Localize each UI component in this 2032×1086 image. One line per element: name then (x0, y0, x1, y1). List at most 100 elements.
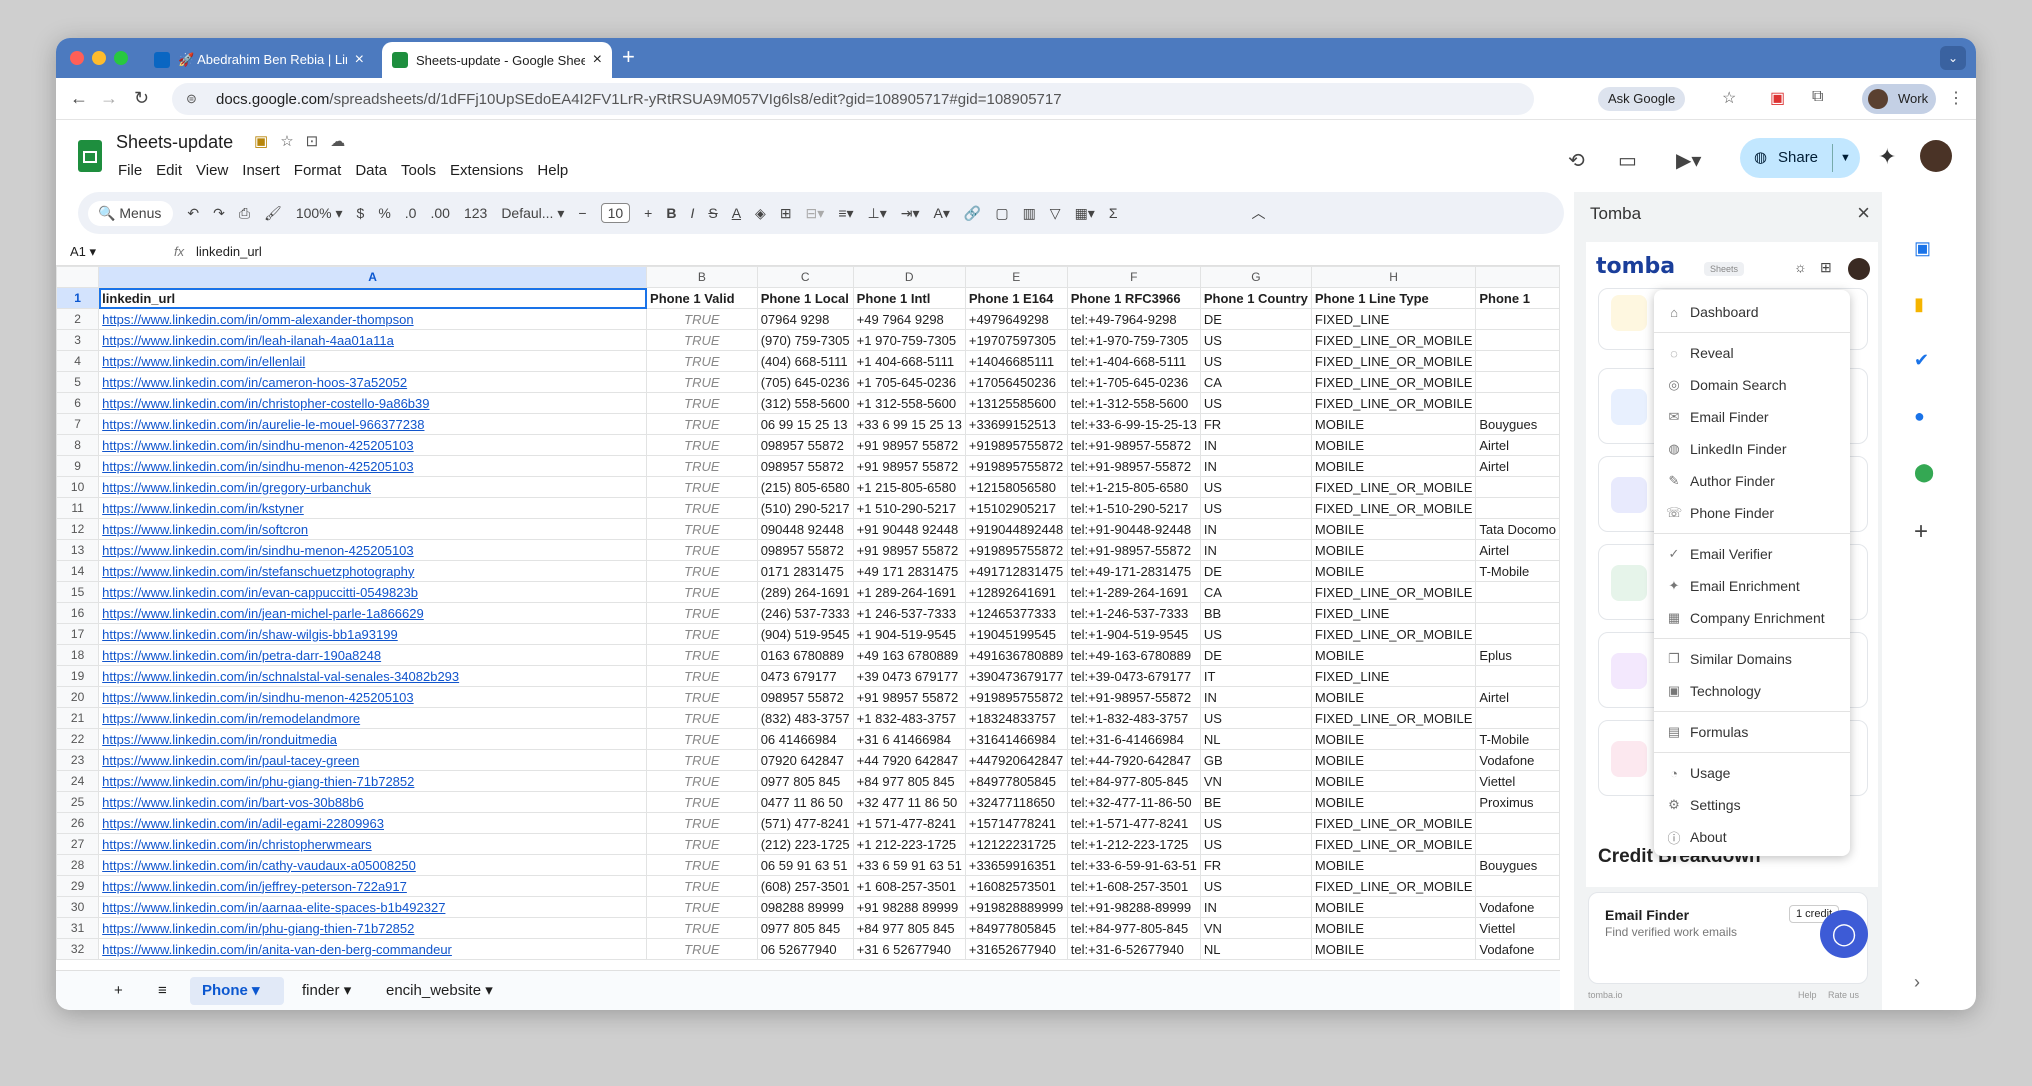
cell[interactable]: https://www.linkedin.com/in/sindhu-menon… (98, 455, 648, 477)
cell[interactable]: NL (1199, 938, 1312, 960)
menu-item-email-finder[interactable]: ✉ Email Finder (1654, 401, 1850, 433)
cell[interactable]: FIXED_LINE_OR_MOBILE (1310, 350, 1477, 372)
tab-sheets[interactable]: Sheets-update - Google Shee × (382, 42, 612, 78)
column-header-h[interactable]: H (1310, 266, 1477, 288)
help-link[interactable]: Help (1798, 990, 1817, 1000)
cell[interactable]: https://www.linkedin.com/in/leah-ilanah-… (98, 329, 648, 351)
row-number[interactable]: 9 (56, 455, 100, 477)
cell[interactable]: Phone 1 E164 (964, 287, 1068, 309)
cell[interactable]: VN (1199, 917, 1312, 939)
row-number[interactable]: 30 (56, 896, 100, 918)
cell[interactable]: +15102905217 (964, 497, 1068, 519)
cell[interactable]: https://www.linkedin.com/in/remodelandmo… (98, 707, 648, 729)
cell[interactable]: US (1199, 476, 1312, 498)
cell[interactable]: Phone 1 RFC3966 (1066, 287, 1201, 309)
cell[interactable]: +1 215-805-6580 (852, 476, 966, 498)
cell[interactable]: +919895755872 (964, 455, 1068, 477)
row-number[interactable]: 16 (56, 602, 100, 624)
cell[interactable]: Bouygues (1475, 413, 1560, 435)
cell[interactable]: +49 7964 9298 (852, 308, 966, 330)
cell[interactable]: https://www.linkedin.com/in/christopherw… (98, 833, 648, 855)
cell[interactable]: Airtel (1475, 539, 1560, 561)
cell[interactable]: TRUE (646, 875, 758, 897)
cell[interactable]: TRUE (646, 455, 758, 477)
cell[interactable]: https://www.linkedin.com/in/phu-giang-th… (98, 770, 648, 792)
cell[interactable]: FIXED_LINE_OR_MOBILE (1310, 329, 1477, 351)
cell[interactable]: US (1199, 812, 1312, 834)
cell[interactable]: 07964 9298 (756, 308, 854, 330)
cell[interactable]: Vodafone (1475, 938, 1560, 960)
cell[interactable]: US (1199, 350, 1312, 372)
cell[interactable]: US (1199, 707, 1312, 729)
cell[interactable]: 098957 55872 (756, 455, 854, 477)
cell[interactable]: tel:+91-98288-89999 (1066, 896, 1201, 918)
cell[interactable]: +84 977 805 845 (852, 770, 966, 792)
cell[interactable]: FIXED_LINE_OR_MOBILE (1310, 392, 1477, 414)
cell[interactable]: +1 510-290-5217 (852, 497, 966, 519)
cell[interactable]: tel:+91-98957-55872 (1066, 539, 1201, 561)
cell[interactable]: https://www.linkedin.com/in/shaw-wilgis-… (98, 623, 648, 645)
cell[interactable]: FIXED_LINE_OR_MOBILE (1310, 371, 1477, 393)
cell[interactable] (1475, 623, 1560, 645)
cell[interactable]: +1 608-257-3501 (852, 875, 966, 897)
cell[interactable]: T-Mobile (1475, 560, 1560, 582)
menu-help[interactable]: Help (537, 162, 568, 179)
rate-us-link[interactable]: Rate us (1828, 990, 1859, 1000)
cell[interactable]: tel:+49-163-6780889 (1066, 644, 1201, 666)
cell[interactable]: +919895755872 (964, 539, 1068, 561)
cell[interactable]: TRUE (646, 644, 758, 666)
cell[interactable]: +1 571-477-8241 (852, 812, 966, 834)
cell[interactable]: https://www.linkedin.com/in/jean-michel-… (98, 602, 648, 624)
row-number[interactable]: 19 (56, 665, 100, 687)
cell[interactable]: +1 404-668-5111 (852, 350, 966, 372)
cell[interactable]: +919044892448 (964, 518, 1068, 540)
cell[interactable]: FIXED_LINE (1310, 602, 1477, 624)
formula-input[interactable]: linkedin_url (196, 244, 262, 259)
cell[interactable]: +91 90448 92448 (852, 518, 966, 540)
cell[interactable]: TRUE (646, 371, 758, 393)
increase-decimal-button[interactable]: .00 (430, 205, 449, 221)
document-title[interactable]: Sheets-update (116, 132, 233, 153)
cell[interactable]: TRUE (646, 854, 758, 876)
cell[interactable]: +1 904-519-9545 (852, 623, 966, 645)
footer-domain[interactable]: tomba.io (1588, 990, 1623, 1000)
cell[interactable]: FIXED_LINE_OR_MOBILE (1310, 476, 1477, 498)
cell[interactable]: +12122231725 (964, 833, 1068, 855)
strikethrough-icon[interactable]: S (708, 205, 717, 221)
cell[interactable]: CA (1199, 581, 1312, 603)
cell[interactable]: FIXED_LINE (1310, 308, 1477, 330)
cell[interactable]: +18324833757 (964, 707, 1068, 729)
cell[interactable]: MOBILE (1310, 896, 1477, 918)
cell[interactable]: Phone 1 Line Type (1310, 287, 1477, 309)
cell[interactable]: TRUE (646, 581, 758, 603)
cell[interactable]: TRUE (646, 602, 758, 624)
row-number[interactable]: 3 (56, 329, 100, 351)
cell[interactable]: 06 52677940 (756, 938, 854, 960)
cell[interactable]: FIXED_LINE_OR_MOBILE (1310, 812, 1477, 834)
cell[interactable] (1475, 707, 1560, 729)
name-box[interactable]: A1 ▾ (70, 244, 96, 260)
cell[interactable]: +91 98957 55872 (852, 455, 966, 477)
cell[interactable]: +84 977 805 845 (852, 917, 966, 939)
cell[interactable]: +32 477 11 86 50 (852, 791, 966, 813)
tab-linkedin[interactable]: 🚀 Abedrahim Ben Rebia | Lin × (144, 42, 374, 78)
cell[interactable]: 06 59 91 63 51 (756, 854, 854, 876)
cell[interactable]: FIXED_LINE_OR_MOBILE (1310, 833, 1477, 855)
cell[interactable]: https://www.linkedin.com/in/evan-cappucc… (98, 581, 648, 603)
print-icon[interactable]: ⎙ (239, 205, 250, 222)
cell[interactable]: +13125585600 (964, 392, 1068, 414)
cell[interactable]: tel:+31-6-41466984 (1066, 728, 1201, 750)
menu-view[interactable]: View (196, 162, 228, 179)
cell[interactable]: TRUE (646, 686, 758, 708)
cell[interactable]: 0977 805 845 (756, 770, 854, 792)
cell[interactable]: https://www.linkedin.com/in/sindhu-menon… (98, 539, 648, 561)
cell[interactable]: +91 98288 89999 (852, 896, 966, 918)
cell[interactable]: +84977805845 (964, 770, 1068, 792)
row-number[interactable]: 11 (56, 497, 100, 519)
cell[interactable]: TRUE (646, 917, 758, 939)
cell[interactable]: (970) 759-7305 (756, 329, 854, 351)
cell[interactable]: Airtel (1475, 686, 1560, 708)
cell[interactable]: tel:+1-832-483-3757 (1066, 707, 1201, 729)
cell[interactable]: +49 163 6780889 (852, 644, 966, 666)
functions-icon[interactable]: Σ (1109, 205, 1118, 221)
